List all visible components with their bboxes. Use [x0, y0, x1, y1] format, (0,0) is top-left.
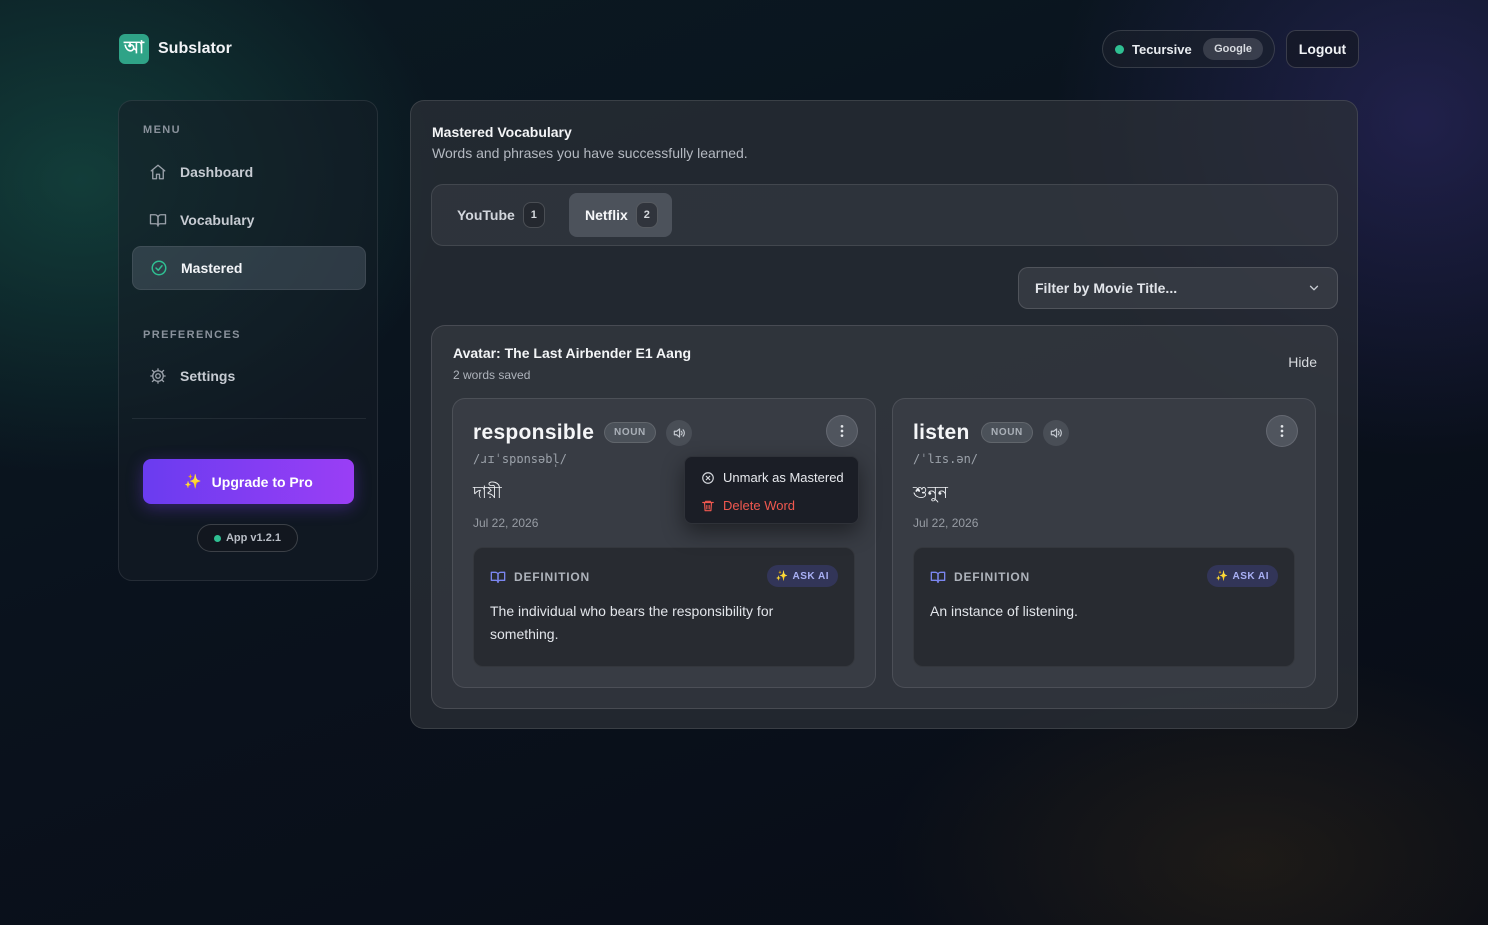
home-icon [150, 164, 166, 180]
app-name: Subslator [158, 40, 232, 57]
trash-icon [702, 500, 714, 511]
tab-label: YouTube [457, 207, 515, 223]
definition-box: DEFINITION ✨ ASK AI An instance of liste… [913, 547, 1295, 667]
ask-ai-button[interactable]: ✨ ASK AI [1206, 565, 1278, 587]
page-subtitle: Words and phrases you have successfully … [432, 145, 748, 161]
more-vertical-icon [1280, 425, 1284, 437]
ask-ai-button[interactable]: ✨ ASK AI [766, 565, 838, 587]
movie-group-count: 2 words saved [453, 368, 531, 382]
definition-box: DEFINITION ✨ ASK AI The individual who b… [473, 547, 855, 667]
more-vertical-icon [840, 425, 844, 437]
gear-icon [150, 368, 166, 384]
delete-word-item[interactable]: Delete Word [701, 498, 795, 513]
tab-netflix[interactable]: Netflix 2 [569, 193, 672, 237]
word-text: listen [913, 421, 970, 444]
menu-heading: MENU [143, 124, 181, 136]
user-name: Tecursive [1132, 41, 1192, 57]
sparkles-icon: ✨ [775, 570, 789, 582]
movie-group: Avatar: The Last Airbender E1 Aang 2 wor… [431, 325, 1338, 709]
x-circle-icon [702, 471, 714, 484]
pronounce-button[interactable] [1043, 420, 1069, 446]
main-panel: Mastered Vocabulary Words and phrases yo… [410, 100, 1358, 729]
definition-heading: DEFINITION [490, 569, 590, 585]
upgrade-label: Upgrade to Pro [211, 473, 313, 490]
upgrade-to-pro-button[interactable]: ✨ Upgrade to Pro [143, 459, 354, 504]
book-icon [930, 571, 946, 583]
word-card: responsible NOUN /ɹɪˈspɒnsəbl̩/ দায়ী Ju… [452, 398, 876, 688]
online-status-icon [1115, 44, 1124, 54]
unmark-as-mastered-item[interactable]: Unmark as Mastered [701, 470, 844, 485]
source-tabs: YouTube 1 Netflix 2 [431, 184, 1338, 246]
translation-text: দায়ী [473, 483, 502, 503]
logo-icon: আ [119, 34, 149, 64]
tab-count-badge: 1 [522, 202, 545, 228]
delete-label: Delete Word [723, 498, 796, 513]
translation-text: শুনুন [913, 483, 948, 503]
sidebar-item-label: Settings [180, 368, 236, 384]
sidebar-item-label: Mastered [181, 260, 243, 276]
ask-ai-label: ASK AI [792, 570, 829, 582]
auth-provider-badge: Google [1203, 38, 1263, 60]
preferences-heading: PREFERENCES [143, 329, 241, 341]
sidebar-item-mastered[interactable]: Mastered [132, 246, 366, 290]
sidebar-item-settings[interactable]: Settings [132, 354, 366, 398]
version-label: App v1.2.1 [225, 532, 282, 544]
movie-group-title: Avatar: The Last Airbender E1 Aang [453, 345, 692, 361]
chevron-down-icon [1309, 285, 1319, 291]
definition-heading: DEFINITION [930, 569, 1030, 585]
hide-group-button[interactable]: Hide [1288, 354, 1317, 370]
definition-label: DEFINITION [514, 570, 590, 584]
status-dot-icon [213, 534, 221, 542]
page-title: Mastered Vocabulary [432, 124, 572, 140]
part-of-speech-badge: NOUN [604, 422, 656, 443]
sidebar-item-label: Vocabulary [180, 212, 255, 228]
saved-date: Jul 22, 2026 [473, 516, 539, 530]
movie-title-filter-select[interactable]: Filter by Movie Title... [1018, 267, 1338, 309]
ask-ai-label: ASK AI [1232, 570, 1269, 582]
definition-label: DEFINITION [954, 570, 1030, 584]
speaker-icon [673, 428, 685, 438]
phonetic-text: /ˈlɪs.ən/ [913, 452, 979, 466]
definition-text: The individual who bears the responsibil… [490, 603, 774, 642]
phonetic-text: /ɹɪˈspɒnsəbl̩/ [473, 452, 567, 466]
sidebar-item-dashboard[interactable]: Dashboard [132, 150, 366, 194]
app-version-badge: App v1.2.1 [197, 524, 298, 552]
word-context-menu: Unmark as Mastered Delete Word [684, 456, 859, 524]
pronounce-button[interactable] [666, 420, 692, 446]
app-logo[interactable]: আ Subslator [119, 34, 232, 64]
sidebar-item-vocabulary[interactable]: Vocabulary [132, 198, 366, 242]
sidebar-divider [132, 418, 366, 419]
tab-label: Netflix [585, 207, 628, 223]
logout-button[interactable]: Logout [1286, 30, 1359, 68]
part-of-speech-badge: NOUN [981, 422, 1033, 443]
sparkles-icon: ✨ [1215, 570, 1229, 582]
sidebar-item-label: Dashboard [180, 164, 254, 180]
tab-youtube[interactable]: YouTube 1 [441, 193, 559, 237]
book-icon [490, 571, 506, 583]
user-account-pill[interactable]: Tecursive Google [1102, 30, 1275, 68]
tab-count-badge: 2 [635, 202, 658, 228]
word-card: listen NOUN /ˈlɪs.ən/ শুনুন Jul 22, 2026… [892, 398, 1316, 688]
book-icon [149, 214, 167, 227]
definition-text: An instance of listening. [930, 603, 1078, 619]
sparkles-icon: ✨ [184, 473, 202, 490]
check-circle-icon [151, 260, 167, 276]
more-options-button[interactable] [1266, 415, 1298, 447]
speaker-icon [1050, 428, 1062, 438]
sidebar: MENU Dashboard Vocabulary Mastered PREFE… [118, 100, 378, 581]
filter-placeholder: Filter by Movie Title... [1035, 280, 1178, 296]
more-options-button[interactable] [826, 415, 858, 447]
unmark-label: Unmark as Mastered [723, 470, 844, 485]
saved-date: Jul 22, 2026 [913, 516, 979, 530]
word-text: responsible [473, 421, 595, 444]
